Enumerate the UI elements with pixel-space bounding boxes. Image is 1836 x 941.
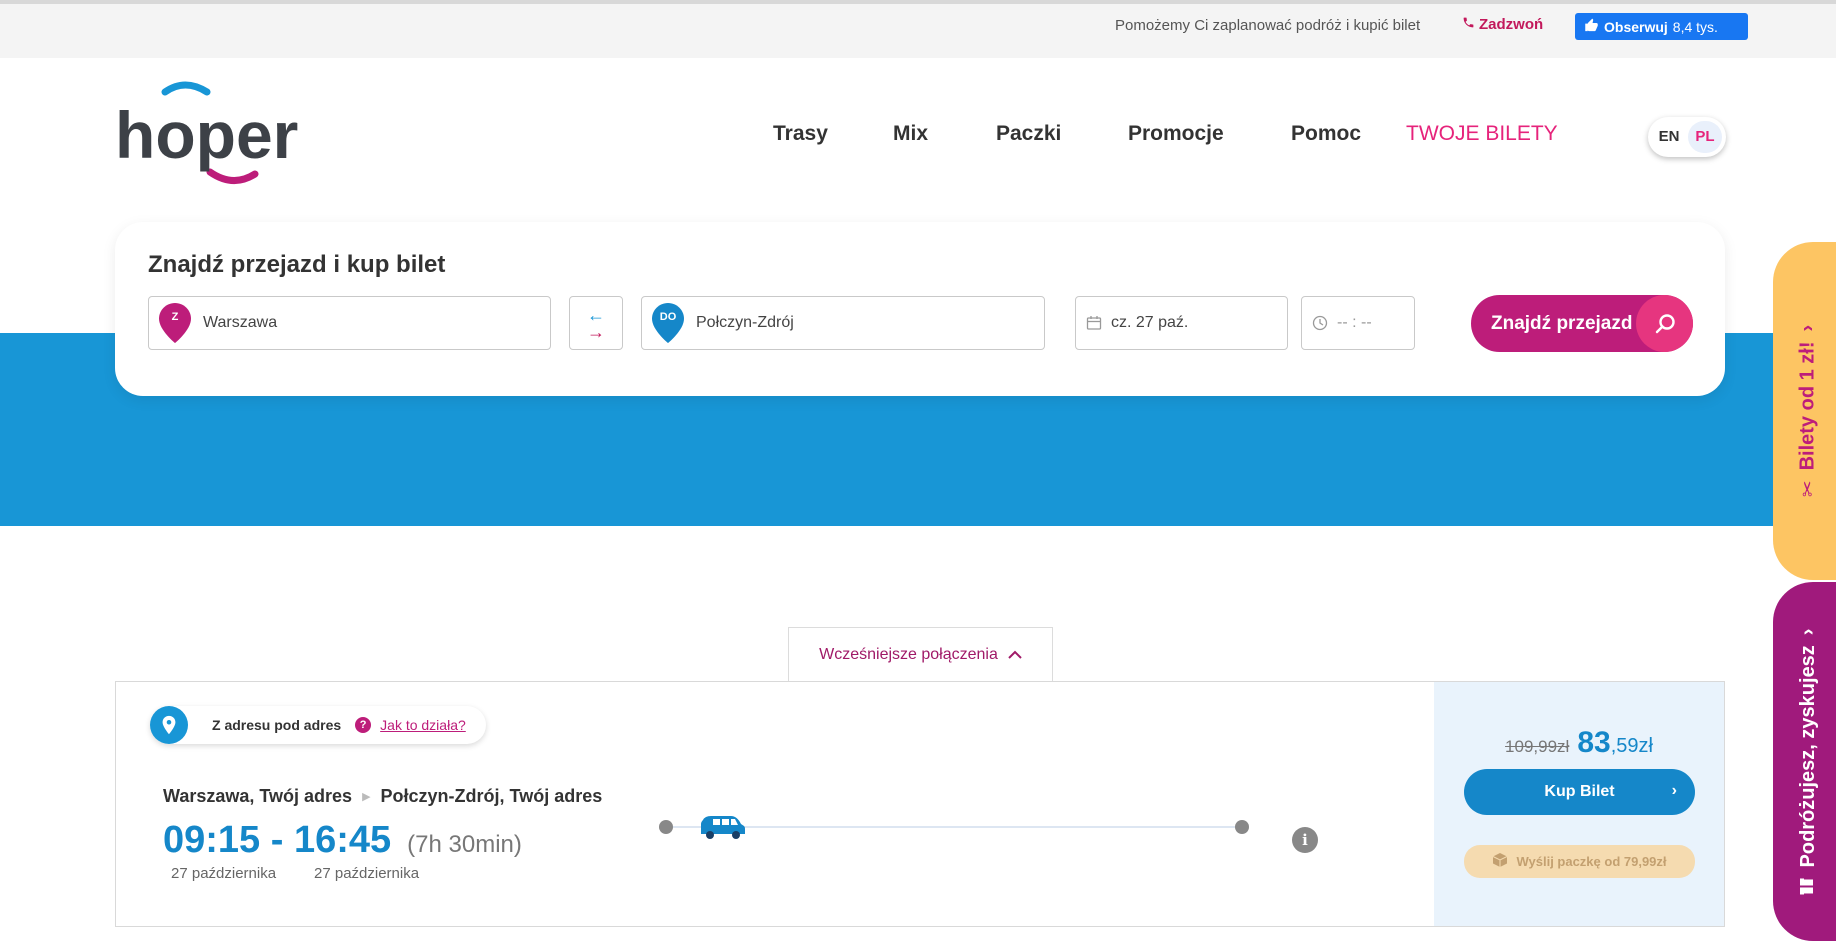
nav-paczki[interactable]: Paczki [996,122,1061,146]
search-icon [1636,295,1693,352]
help-text: Pomożemy Ci zaplanować podróż i kupić bi… [1115,17,1421,34]
from-marker-label: Z [171,311,179,323]
clock-icon [1311,314,1329,332]
thumbs-up-icon [1584,18,1599,36]
chevron-up-icon [1008,647,1022,663]
nav-trasy[interactable]: Trasy [773,122,828,146]
door-to-door-badge: Z adresu pod adres ? Jak to działa? [150,706,486,744]
timeline-start-dot [659,820,673,834]
box-icon [1492,852,1508,871]
chevron-right-icon: › [1671,782,1677,799]
duration-value: (7h 30min) [407,831,522,858]
from-value: Warszawa [203,314,278,331]
nav-pomoc[interactable]: Pomoc [1291,122,1361,146]
nav-your-tickets[interactable]: TWOJE BILETY [1406,122,1558,146]
departure-arrival-times: 09:15 - 16:45 (7h 30min) [163,819,522,862]
loyalty-side-label: Podróżujesz, zyskujesz [1796,644,1819,867]
search-card: Znajdź przejazd i kup bilet Z Warszawa ←… [115,222,1725,396]
info-icon[interactable]: i [1292,827,1318,853]
arrow-left-icon: ← [587,304,605,325]
triangle-right-icon: ▶ [362,791,371,803]
departure-date: 27 października [171,865,277,882]
van-icon [699,812,747,842]
new-price-dec: ,59zł [1610,735,1653,757]
route-from: Warszawa, Twój adres [163,786,353,806]
old-price: 109,99zł [1505,737,1570,756]
lang-en[interactable]: EN [1652,121,1686,153]
route: Warszawa, Twój adres ▶ Połczyn-Zdrój, Tw… [163,786,602,807]
door-to-door-label: Z adresu pod adres [212,717,342,733]
logo-text: hoper [115,98,298,172]
scissors-icon: ✂ [1797,480,1820,498]
send-parcel-button[interactable]: Wyślij paczkę od 79,99zł [1464,845,1695,878]
find-connection-label: Znajdź przejazd [1491,312,1633,334]
calendar-icon [1085,314,1103,332]
facebook-follow-count: 8,4 tys. [1672,18,1718,35]
promo-side-tab[interactable]: ✂ Bilety od 1 zł! › [1773,242,1836,580]
timeline-line [669,826,1239,828]
date-value: cz. 27 paź. [1111,314,1189,331]
promo-side-label: Bilety od 1 zł! [1796,341,1819,471]
call-link[interactable]: Zadzwoń [1462,16,1543,33]
arrow-right-icon: → [587,321,605,342]
date-field[interactable]: cz. 27 paź. [1075,296,1288,350]
how-it-works-link[interactable]: Jak to działa? [380,717,466,733]
to-value: Połczyn-Zdrój [696,314,794,331]
time-value: -- : -- [1337,314,1372,331]
earlier-connections-toggle[interactable]: Wcześniejsze połączenia [788,627,1053,682]
gift-icon [1796,877,1820,895]
connection-card: Z adresu pod adres ? Jak to działa? Wars… [115,681,1725,927]
price: 109,99zł 83 ,59zł [1466,726,1692,760]
find-connection-button[interactable]: Znajdź przejazd [1471,295,1693,352]
earlier-connections-label: Wcześniejsze połączenia [819,646,998,663]
search-title: Znajdź przejazd i kup bilet [148,251,446,278]
chevron-right-icon: › [1796,324,1819,332]
new-price-int: 83 [1577,726,1611,759]
buy-ticket-label: Kup Bilet [1544,783,1615,800]
from-field[interactable]: Z Warszawa [148,296,551,350]
journey-timeline [659,812,1249,842]
to-field[interactable]: DO Połczyn-Zdrój [641,296,1045,350]
lang-pl[interactable]: PL [1688,121,1722,153]
hoper-logo[interactable]: hoper [115,80,305,190]
call-label: Zadzwoń [1479,16,1544,33]
timeline-end-dot [1235,820,1249,834]
buy-ticket-button[interactable]: Kup Bilet › [1464,769,1695,815]
language-switch: EN PL [1648,117,1726,157]
time-field[interactable]: -- : -- [1301,296,1415,350]
route-to: Połczyn-Zdrój, Twój adres [380,786,603,806]
map-pin-icon: Z [159,303,191,343]
chevron-right-icon: › [1796,628,1819,635]
question-icon: ? [355,717,372,733]
times-value: 09:15 - 16:45 [163,819,392,861]
arrival-date: 27 października [314,865,420,882]
send-parcel-label: Wyślij paczkę od 79,99zł [1516,854,1667,869]
facebook-follow-button[interactable]: Obserwuj 8,4 tys. [1575,13,1748,40]
facebook-follow-label: Obserwuj [1604,18,1668,35]
map-pin-icon: DO [652,303,684,343]
phone-icon [1462,16,1475,33]
top-bar: Pomożemy Ci zaplanować podróż i kupić bi… [0,4,1836,58]
nav-promocje[interactable]: Promocje [1128,122,1224,146]
loyalty-side-tab[interactable]: Podróżujesz, zyskujesz › [1773,582,1836,941]
swap-button[interactable]: ← → [569,296,623,350]
price-panel: 109,99zł 83 ,59zł Kup Bilet › Wyślij pac… [1434,682,1724,926]
to-marker-label: DO [659,311,677,323]
address-pin-icon [150,706,188,744]
nav-mix[interactable]: Mix [893,122,928,146]
